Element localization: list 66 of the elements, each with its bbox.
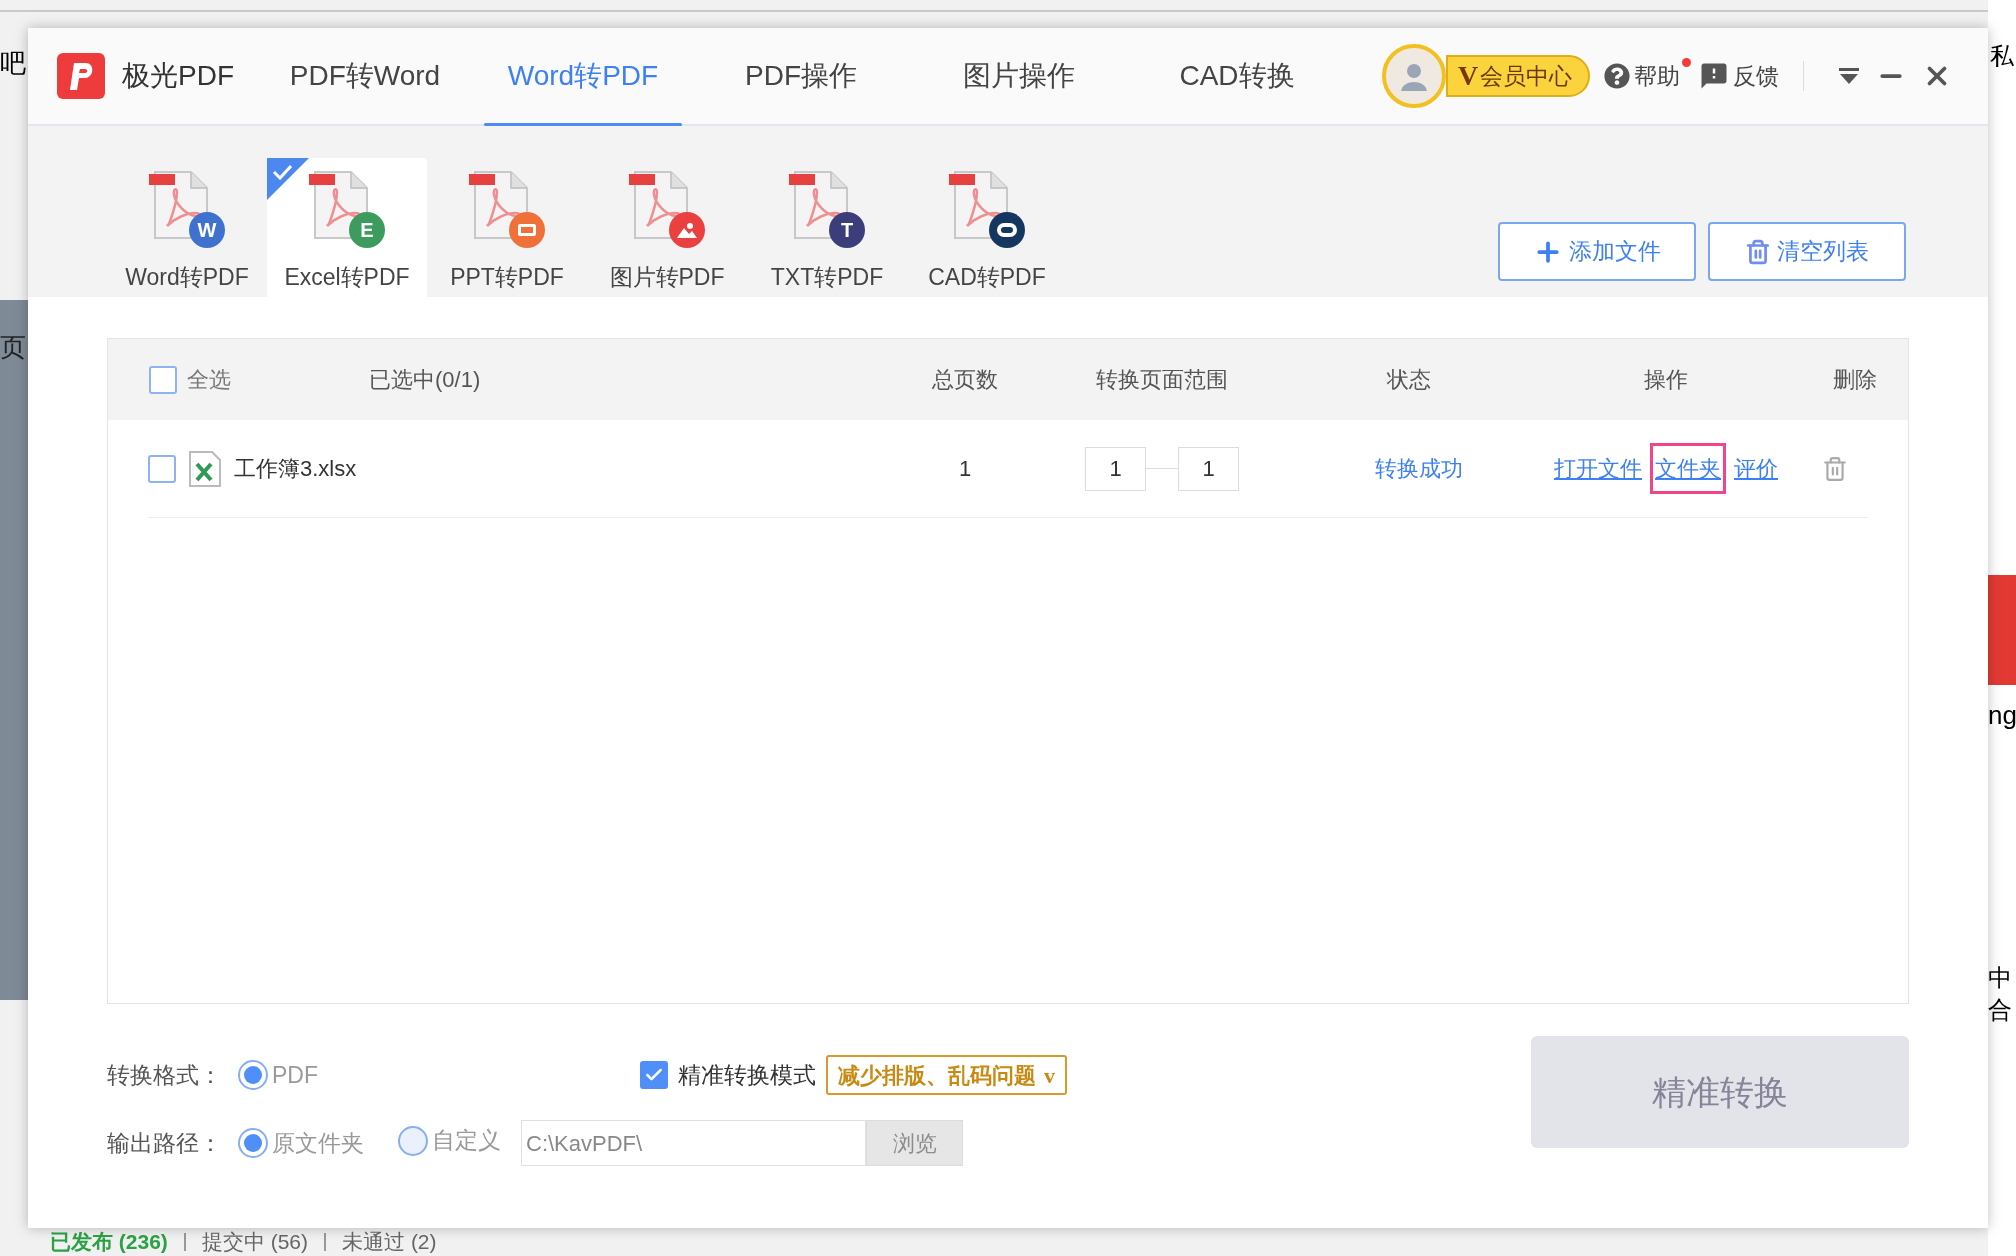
badge-icon: E [349,212,385,248]
selected-count: 已选中(0/1) [369,366,481,394]
nav-tab[interactable]: 图片操作 [910,28,1128,124]
column-header: 转换页面范围 [1096,366,1228,394]
background-text: 页 [0,331,27,364]
delete-icon[interactable] [1821,455,1848,482]
message-icon [1699,61,1730,91]
tool-button[interactable]: 图片转PDF [587,158,747,297]
clear-list-button[interactable]: 清空列表 [1708,222,1906,281]
radio-option[interactable]: 自定义 [398,1123,501,1158]
tool-button[interactable]: PPT转PDF [427,158,587,297]
action-link[interactable]: 文件夹 [1650,443,1726,494]
page-count: 1 [958,455,972,483]
row-checkbox[interactable] [148,454,176,483]
action-link[interactable]: 评价 [1734,443,1778,494]
status-text: 转换成功 [1375,455,1463,483]
nav-tab[interactable]: PDF转Word [256,28,474,124]
radio-option[interactable]: 原文件夹 [238,1125,364,1161]
precise-mode-checkbox[interactable] [640,1061,668,1089]
trash-icon [1745,238,1771,265]
badge-icon: W [189,212,225,248]
tool-button[interactable]: T TXT转PDF [747,158,907,297]
tool-button[interactable]: E Excel转PDF [267,158,427,297]
app-logo-icon [57,53,105,99]
background-tab[interactable]: 提交中 (56) [201,1231,309,1252]
format-label: 转换格式： [107,1060,223,1090]
vip-center-button[interactable]: V会员中心 [1446,55,1591,97]
tool-button[interactable]: W Word转PDF [107,158,267,297]
help-button[interactable]: 帮助 [1604,58,1681,94]
output-path-field[interactable]: C:\KavPDF\ [521,1120,866,1166]
background-tab[interactable]: 未通过 (2) [342,1231,437,1252]
background-text: 中 [1988,963,2012,993]
background-tab[interactable]: 已发布 (236) [50,1231,168,1252]
convert-button[interactable]: 精准转换 [1531,1036,1909,1148]
feedback-button[interactable]: 反馈 [1699,58,1780,94]
background-text: 吧 [0,47,26,80]
radio-option[interactable]: PDF [238,1057,318,1093]
help-icon [1604,63,1631,89]
nav-tab[interactable]: PDF操作 [692,28,910,124]
excel-file-icon [188,449,222,488]
background-text: 合 [1988,995,2012,1025]
nav-tab[interactable]: CAD转换 [1128,28,1346,124]
browse-button[interactable]: 浏览 [866,1120,963,1166]
nav-tab[interactable]: Word转PDF [474,28,692,124]
column-header: 总页数 [932,366,998,394]
column-header: 删除 [1832,366,1877,394]
select-all-label: 全选 [187,366,231,394]
add-file-button[interactable]: 添加文件 [1498,222,1696,281]
column-header: 操作 [1644,366,1688,394]
range-end-field[interactable]: 1 [1178,446,1239,491]
selected-check-icon [267,158,309,200]
problem-dropdown[interactable]: 减少排版、乱码问题 v [826,1055,1067,1095]
column-header: 状态 [1387,366,1431,394]
background-text: 私 [1990,44,2014,68]
background-text: ng [1988,699,2016,732]
file-name: 工作簿3.xlsx [234,455,357,483]
dropdown-menu-icon[interactable] [1838,67,1861,85]
range-start-field[interactable]: 1 [1085,446,1146,491]
action-link[interactable]: 打开文件 [1554,443,1642,494]
avatar[interactable] [1382,44,1446,108]
select-all-checkbox[interactable] [149,365,177,394]
precise-mode-label: 精准转换模式 [678,1060,816,1090]
output-path-label: 输出路径： [107,1128,223,1158]
app-name: 极光PDF [122,59,234,93]
badge-icon: T [829,212,865,248]
tool-button[interactable]: CAD转PDF [907,158,1067,297]
